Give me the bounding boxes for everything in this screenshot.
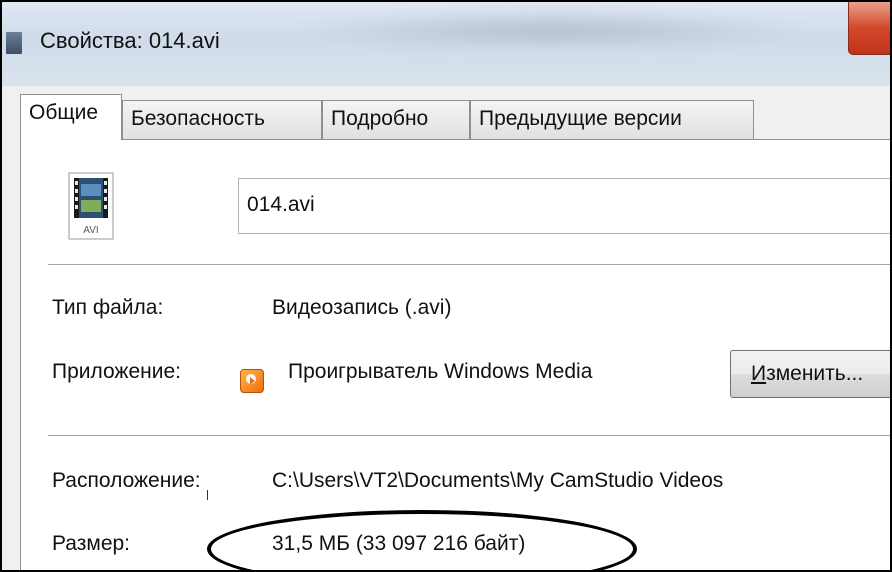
location-value: C:\Users\VT2\Documents\My CamStudio Vide… [272,469,724,492]
size-label: Размер: [52,532,131,555]
properties-dialog: Свойства: 014.avi Общие Безопасность Под… [0,0,892,572]
file-icon-caption: AVI [83,225,98,236]
title-bar[interactable]: Свойства: 014.avi [2,2,890,86]
location-label: Расположение: [52,469,201,492]
windows-media-player-icon [240,369,264,393]
change-app-button[interactable]: Изменить... [730,350,890,398]
file-type-value: Видеозапись (.avi) [272,296,452,319]
separator [48,435,890,436]
app-value: Проигрыватель Windows Media [288,360,593,383]
properties-window-icon [6,32,22,54]
app-label: Приложение: [52,360,182,383]
file-name-field[interactable]: 014.avi [238,178,890,234]
close-button[interactable] [848,2,890,55]
tab-previous-versions[interactable]: Предыдущие версии [470,100,754,139]
tab-details[interactable]: Подробно [322,100,470,139]
separator [48,264,890,265]
avi-file-icon: AVI [68,172,114,240]
tab-security[interactable]: Безопасность [122,100,322,139]
tick-mark [207,490,208,500]
title-bar-glass [292,10,812,50]
file-type-label: Тип файла: [52,296,164,319]
tab-general[interactable]: Общие [20,94,122,140]
window-title: Свойства: 014.avi [40,28,220,53]
